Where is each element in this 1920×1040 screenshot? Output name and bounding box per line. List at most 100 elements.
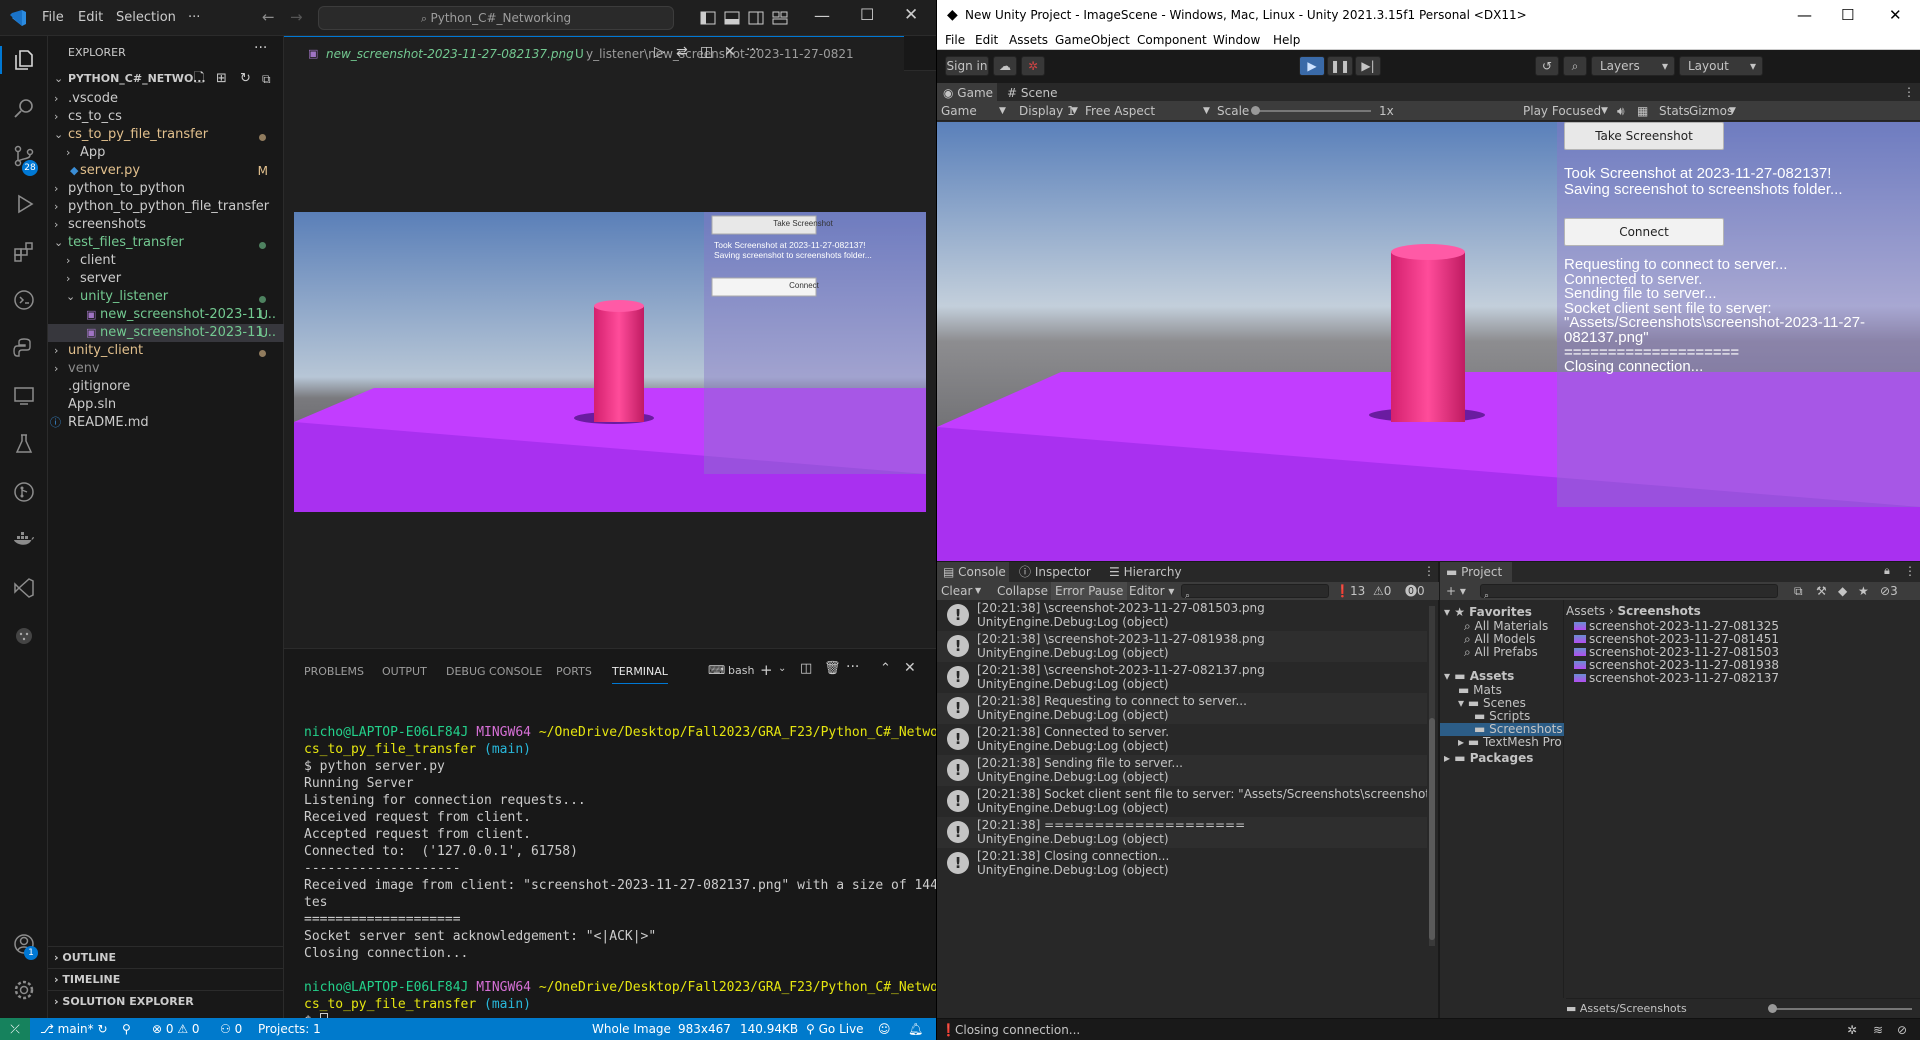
undo-history-icon[interactable]: ↺ [1535, 56, 1559, 76]
python-icon[interactable] [12, 336, 36, 360]
collapse-all-icon[interactable]: ⧉ [262, 68, 271, 90]
tab-debug-console[interactable]: DEBUG CONSOLE [446, 665, 542, 678]
split-terminal-icon[interactable]: ◫ [800, 661, 812, 676]
menu-gameobject[interactable]: GameObject [1055, 30, 1130, 50]
menu-file[interactable]: File [42, 10, 64, 25]
favorite-item[interactable]: ⌕ All Prefabs [1464, 646, 1538, 659]
create-button[interactable]: + ▾ [1446, 582, 1466, 600]
menu-window[interactable]: Window [1213, 30, 1260, 50]
tab-project[interactable]: ▬ Project [1440, 562, 1512, 582]
connect-button[interactable]: Connect [1564, 218, 1724, 246]
tree-folder[interactable]: › cs_to_cs [48, 108, 284, 126]
menu-file[interactable]: File [945, 30, 965, 50]
projects-status[interactable]: Projects: 1 [258, 1018, 321, 1040]
customize-layout-icon[interactable] [772, 10, 788, 26]
tree-file[interactable]: .gitignore [48, 378, 284, 396]
tree-folder[interactable]: ⌄ test_files_transfer [48, 234, 284, 252]
back-arrow-icon[interactable]: ← [262, 8, 275, 26]
remote-explorer-icon[interactable] [12, 288, 36, 312]
tree-folder[interactable]: › screenshots [48, 216, 284, 234]
breadcrumb-screenshots[interactable]: Screenshots [1618, 604, 1701, 618]
timeline-section[interactable]: › TIMELINE [48, 968, 284, 990]
tab-scene[interactable]: # Scene [1001, 83, 1061, 103]
docker-icon[interactable] [12, 528, 36, 552]
screenshot-asset[interactable]: screenshot-2023-11-27-082137 [1574, 672, 1779, 685]
label-icon[interactable]: ◆ [1838, 582, 1847, 600]
visual-studio-icon[interactable] [12, 576, 36, 600]
toggle-secondary-sidebar-icon[interactable] [748, 10, 764, 26]
maximize-icon[interactable]: ☐ [860, 5, 874, 24]
tree-folder[interactable]: › server [48, 270, 284, 288]
tree-folder[interactable]: › venv [48, 360, 284, 378]
info-count-toggle[interactable]: ❗13 [1335, 582, 1365, 600]
run-debug-icon[interactable] [12, 192, 36, 216]
menu-help[interactable]: Help [1273, 30, 1300, 50]
menu-edit[interactable]: Edit [78, 10, 103, 25]
gizmos-button[interactable]: Gizmos [1689, 101, 1733, 121]
clear-button[interactable]: Clear [941, 582, 972, 600]
minimize-icon[interactable]: — [1797, 0, 1812, 30]
menu-edit[interactable]: Edit [975, 30, 998, 50]
stats-button[interactable]: Stats [1659, 101, 1690, 121]
window-menu-icon[interactable]: ⋮ [1904, 564, 1916, 578]
outline-section[interactable]: › OUTLINE [48, 946, 284, 968]
panel-more-icon[interactable]: ··· [846, 659, 859, 675]
chevron-down-icon[interactable]: ⌄ [778, 663, 786, 674]
log-entry[interactable]: ! [20:21:38] Socket client sent file to s… [937, 786, 1427, 817]
tree-folder[interactable]: › App [48, 144, 284, 162]
new-folder-icon[interactable]: ⊞ [216, 68, 227, 90]
tab-inspector[interactable]: ⓘ Inspector [1013, 562, 1103, 582]
collab-icon[interactable]: ✲ [1021, 56, 1045, 76]
log-entry[interactable]: ! [20:21:38] \screenshot-2023-11-27-08193… [937, 631, 1427, 662]
tab-ports[interactable]: PORTS [556, 665, 592, 678]
explorer-files-icon[interactable] [12, 48, 36, 72]
split-editor-icon[interactable]: ◫ [700, 44, 713, 60]
take-screenshot-button[interactable]: Take Screenshot [1564, 122, 1724, 150]
tree-folder[interactable]: ⌄ unity_listener [48, 288, 284, 306]
search-view-icon[interactable] [12, 96, 36, 120]
run-icon[interactable]: ▷ [654, 44, 665, 60]
menu-more[interactable]: ··· [188, 10, 200, 25]
hidden-packages-toggle[interactable]: ⊘3 [1880, 582, 1898, 600]
project-search-input[interactable]: ⌕ [1480, 584, 1778, 601]
debug-icon[interactable]: ✲ [1847, 1019, 1857, 1040]
editor-dropdown[interactable]: Editor ▾ [1129, 582, 1174, 600]
play-icon[interactable]: ▶ [1299, 56, 1325, 76]
toggle-panel-icon[interactable] [724, 10, 740, 26]
close-panel-icon[interactable]: ✕ [904, 660, 916, 676]
scale-slider-track[interactable] [1255, 110, 1371, 112]
tree-folder[interactable]: › python_to_python_file_transfer [48, 198, 284, 216]
new-file-icon[interactable]: 🗋 [194, 68, 204, 90]
tab-problems[interactable]: PROBLEMS [304, 665, 364, 678]
menu-component[interactable]: Component [1137, 30, 1207, 50]
error-count-toggle[interactable]: ⓿0 [1405, 582, 1425, 600]
favorite-star-icon[interactable]: ★ [1858, 582, 1869, 600]
game-mode-dropdown[interactable]: Game [941, 101, 977, 121]
log-entry[interactable]: ! [20:21:38] Requesting to connect to ser… [937, 693, 1427, 724]
solution-explorer-section[interactable]: › SOLUTION EXPLORER [48, 990, 284, 1012]
close-tab-icon[interactable]: ✕ [724, 44, 736, 60]
tree-folder[interactable]: › client [48, 252, 284, 270]
log-entry[interactable]: ! [20:21:38] \screenshot-2023-11-27-08150… [937, 600, 1427, 631]
layout-grid-icon[interactable]: ▦ [1637, 101, 1648, 121]
status-message[interactable]: Closing connection... [955, 1019, 1080, 1040]
pause-icon[interactable]: ❚❚ [1327, 56, 1353, 76]
menu-assets[interactable]: Assets [1009, 30, 1048, 50]
tree-folder[interactable]: ⌄ cs_to_py_file_transfer [48, 126, 284, 144]
asset-folder[interactable]: ▸ ▬ TextMesh Pro [1440, 736, 1564, 749]
git-graph-icon[interactable] [12, 480, 36, 504]
tab-terminal[interactable]: TERMINAL [612, 665, 668, 684]
go-live-status[interactable]: ⚲ Go Live [806, 1018, 864, 1040]
copilot-icon[interactable]: ☺ [878, 1018, 891, 1040]
editor-more-icon[interactable]: ··· [746, 42, 759, 58]
icon-size-slider-thumb[interactable] [1768, 1004, 1777, 1013]
terminal-shell-label[interactable]: bash [728, 664, 754, 677]
whole-image-status[interactable]: Whole Image [592, 1018, 671, 1040]
tab-hierarchy[interactable]: ☰ Hierarchy [1103, 562, 1193, 582]
workspace-header[interactable]: ⌄ PYTHON_C#_NETWO... 🗋 ⊞ ↻ ⧉ [48, 68, 284, 90]
toggle-sidebar-icon[interactable] [700, 10, 716, 26]
search-by-type-icon[interactable]: ⧉ [1794, 582, 1803, 600]
tree-file[interactable]: App.sln [48, 396, 284, 414]
open-changes-icon[interactable]: ⇄ [676, 44, 688, 60]
console-scrollbar[interactable] [1429, 606, 1435, 946]
